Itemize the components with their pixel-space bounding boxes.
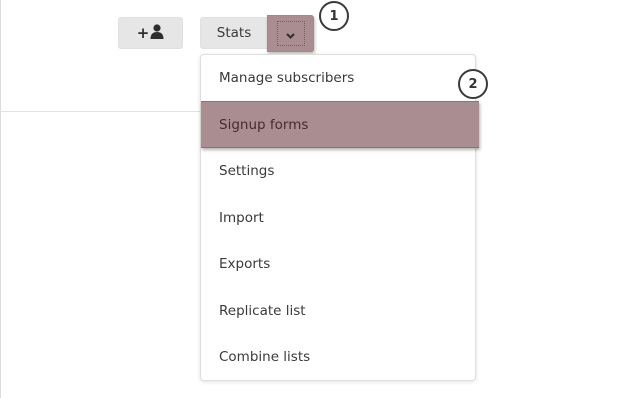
- panel-left-border: [0, 0, 1, 398]
- callout-badge-2: 2: [458, 69, 488, 99]
- menu-item-replicate-list[interactable]: Replicate list: [201, 288, 475, 334]
- plus-glyph: +: [136, 23, 150, 42]
- menu-item-import[interactable]: Import: [201, 195, 475, 241]
- section-divider: [0, 111, 200, 112]
- stats-button[interactable]: Stats: [200, 17, 268, 49]
- menu-item-exports[interactable]: Exports: [201, 241, 475, 287]
- dropdown-toggle-button[interactable]: [267, 15, 314, 52]
- menu-item-combine-lists[interactable]: Combine lists: [201, 334, 475, 380]
- add-user-icon: [150, 23, 164, 43]
- stats-button-label: Stats: [216, 25, 252, 41]
- list-actions-dropdown-menu: Manage subscribers Signup forms Settings…: [200, 54, 479, 381]
- chevron-down-icon: [286, 24, 295, 43]
- menu-item-manage-subscribers[interactable]: Manage subscribers: [201, 55, 475, 101]
- focus-ring: [276, 21, 305, 46]
- menu-item-settings[interactable]: Settings: [201, 148, 475, 194]
- callout-badge-1: 1: [319, 1, 349, 31]
- menu-item-signup-forms[interactable]: Signup forms: [201, 101, 479, 148]
- add-subscriber-button[interactable]: +: [118, 17, 183, 49]
